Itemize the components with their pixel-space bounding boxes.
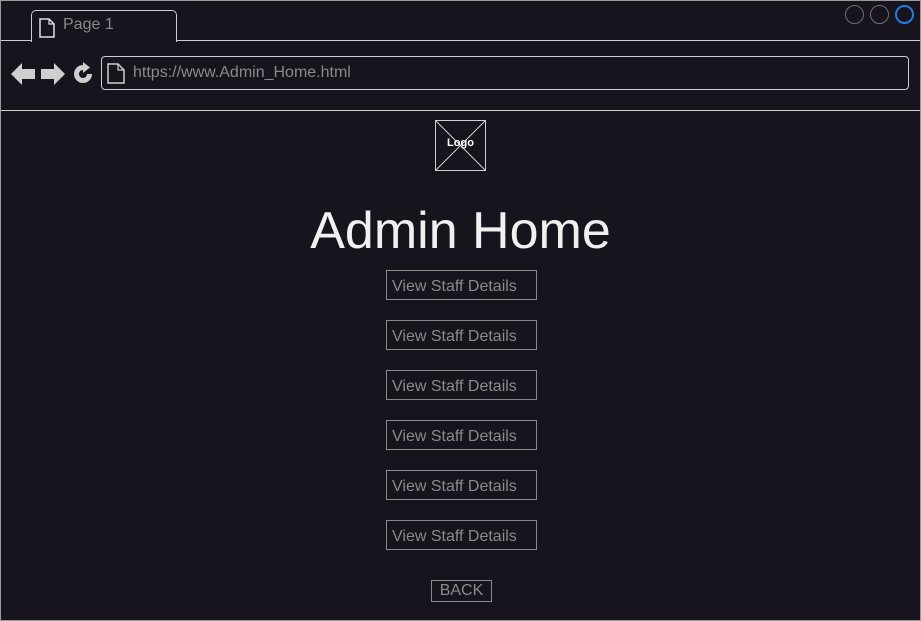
view-staff-details-button[interactable]: View Staff Details <box>386 520 537 550</box>
view-staff-details-button[interactable]: View Staff Details <box>386 270 537 300</box>
back-button[interactable]: BACK <box>431 580 492 602</box>
view-staff-details-button[interactable]: View Staff Details <box>386 370 537 400</box>
view-staff-details-button[interactable]: View Staff Details <box>386 470 537 500</box>
logo: Logo <box>435 120 486 171</box>
browser-window: Page 1 https://www.Admin_Home.html Logo … <box>0 0 921 621</box>
view-staff-details-button[interactable]: View Staff Details <box>386 320 537 350</box>
reload-icon[interactable] <box>71 62 95 91</box>
page-title: Admin Home <box>310 202 611 260</box>
document-icon <box>39 18 55 43</box>
url-bar[interactable]: https://www.Admin_Home.html <box>101 56 909 90</box>
view-staff-details-button[interactable]: View Staff Details <box>386 420 537 450</box>
url-text[interactable]: https://www.Admin_Home.html <box>133 64 351 82</box>
window-maximize-button[interactable] <box>870 5 889 24</box>
navbar-divider <box>1 110 920 111</box>
tab-label: Page 1 <box>63 16 114 33</box>
window-close-button[interactable] <box>895 5 914 24</box>
tab-page-1[interactable]: Page 1 <box>31 10 177 42</box>
document-icon <box>107 63 125 89</box>
window-minimize-button[interactable] <box>845 5 864 24</box>
arrow-left-icon[interactable] <box>10 61 36 92</box>
arrow-right-icon[interactable] <box>40 61 66 92</box>
logo-label: Logo <box>447 137 474 149</box>
